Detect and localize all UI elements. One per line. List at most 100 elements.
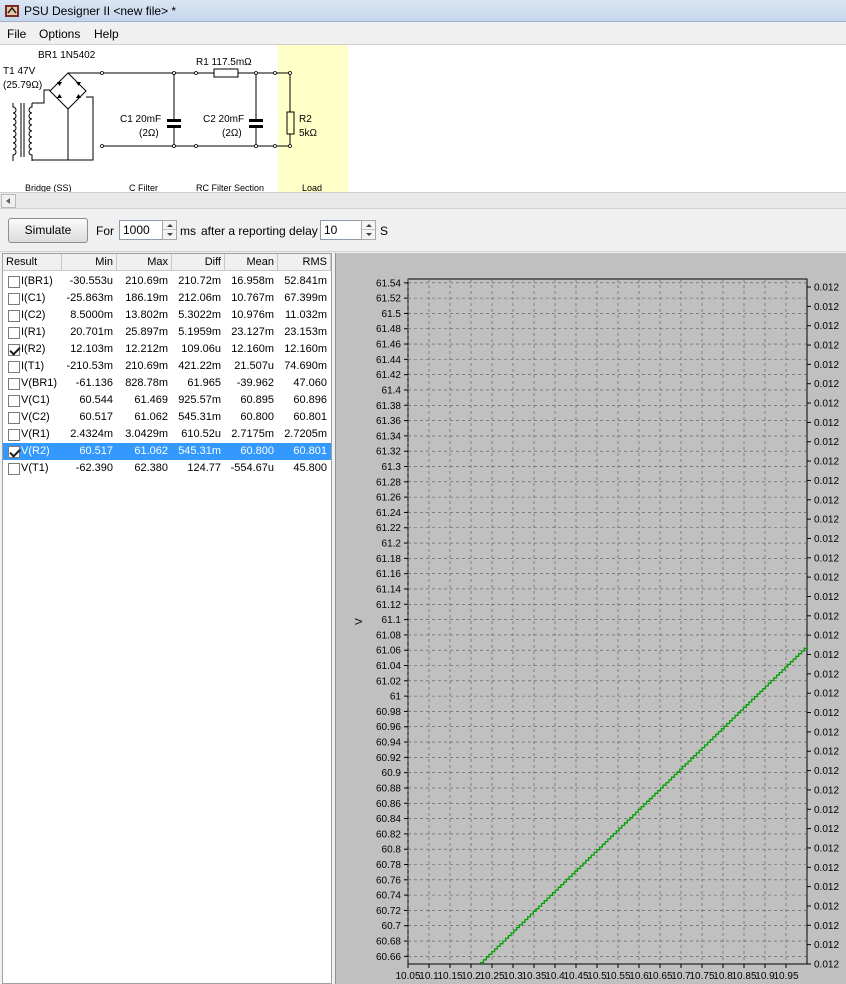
result-mean: -39.962 bbox=[236, 377, 274, 389]
result-row[interactable]: I(R2) 12.103m 12.212m 109.06u 12.160m 12.160m bbox=[3, 341, 331, 358]
result-min: 12.103m bbox=[70, 343, 113, 355]
result-mean: 10.767m bbox=[231, 292, 274, 304]
right-tick-label: 0.012 bbox=[814, 399, 839, 410]
menu-help[interactable]: Help bbox=[94, 27, 119, 41]
result-max: 186.19m bbox=[125, 292, 168, 304]
duration-input[interactable] bbox=[119, 220, 163, 240]
y-tick-label: 60.72 bbox=[376, 906, 401, 917]
y-tick-label: 60.98 bbox=[376, 707, 401, 718]
result-min: -61.136 bbox=[75, 377, 113, 389]
col-max[interactable]: Max bbox=[117, 254, 172, 271]
result-name: V(C2) bbox=[21, 411, 50, 423]
right-tick-label: 0.012 bbox=[814, 476, 839, 487]
duration-spinner[interactable] bbox=[162, 220, 177, 240]
results-table: Result Min Max Diff Mean RMS I(BR1) -30.5… bbox=[2, 253, 332, 984]
right-tick-label: 0.012 bbox=[814, 592, 839, 603]
y-tick-label: 61.12 bbox=[376, 600, 401, 611]
results-header: Result Min Max Diff Mean RMS bbox=[3, 254, 331, 271]
x-tick-label: 10.35 bbox=[521, 971, 546, 982]
y-tick-label: 60.9 bbox=[382, 768, 402, 779]
right-tick-label: 0.012 bbox=[814, 708, 839, 719]
result-min: -210.53m bbox=[66, 360, 113, 372]
result-diff: 545.31m bbox=[178, 411, 221, 423]
delay-input[interactable] bbox=[320, 220, 362, 240]
menu-options[interactable]: Options bbox=[39, 27, 80, 41]
y-tick-label: 61.08 bbox=[376, 630, 401, 641]
result-rms: 52.841m bbox=[284, 275, 327, 287]
result-diff: 545.31m bbox=[178, 445, 221, 457]
col-min[interactable]: Min bbox=[62, 254, 117, 271]
right-tick-label: 0.012 bbox=[814, 553, 839, 564]
simulate-button[interactable]: Simulate bbox=[8, 218, 88, 243]
series-line bbox=[480, 645, 807, 964]
right-tick-label: 0.012 bbox=[814, 457, 839, 468]
right-tick-label: 0.012 bbox=[814, 766, 839, 777]
result-row[interactable]: I(C2) 8.5000m 13.802m 5.3022m 10.976m 11.032m bbox=[3, 307, 331, 324]
result-rms: 60.896 bbox=[293, 394, 327, 406]
result-rms: 23.153m bbox=[284, 326, 327, 338]
y-tick-label: 61.18 bbox=[376, 554, 401, 565]
c1-label: C1 20mF bbox=[120, 114, 161, 125]
col-result[interactable]: Result bbox=[3, 254, 62, 271]
result-max: 3.0429m bbox=[125, 428, 168, 440]
result-row[interactable]: I(C1) -25.863m 186.19m 212.06m 10.767m 67.399… bbox=[3, 290, 331, 307]
duration-up-icon[interactable] bbox=[163, 221, 176, 230]
result-min: -25.863m bbox=[66, 292, 113, 304]
duration-down-icon[interactable] bbox=[163, 230, 176, 239]
y-tick-label: 60.86 bbox=[376, 799, 401, 810]
result-row[interactable]: V(C2) 60.517 61.062 545.31m 60.800 60.801 bbox=[3, 409, 331, 426]
result-diff: 210.72m bbox=[178, 275, 221, 287]
right-tick-label: 0.012 bbox=[814, 650, 839, 661]
col-mean[interactable]: Mean bbox=[225, 254, 278, 271]
delay-spinner[interactable] bbox=[361, 220, 376, 240]
x-tick-label: 10.4 bbox=[545, 971, 565, 982]
y-tick-label: 60.7 bbox=[382, 921, 402, 932]
x-tick-label: 10.2 bbox=[461, 971, 481, 982]
rectifier-label: BR1 1N5402 bbox=[38, 50, 96, 61]
scroll-left-arrow-icon[interactable] bbox=[1, 194, 16, 208]
y-tick-label: 60.88 bbox=[376, 783, 401, 794]
y-tick-label: 61.28 bbox=[376, 477, 401, 488]
result-row[interactable]: V(BR1) -61.136 828.78m 61.965 -39.962 47.060 bbox=[3, 375, 331, 392]
col-rms[interactable]: RMS bbox=[278, 254, 331, 271]
result-row[interactable]: V(R2) 60.517 61.062 545.31m 60.800 60.801 bbox=[3, 443, 331, 460]
right-tick-label: 0.012 bbox=[814, 379, 839, 390]
result-name: V(R2) bbox=[21, 445, 50, 457]
c2-resistance: (2Ω) bbox=[222, 128, 242, 139]
right-tick-label: 0.012 bbox=[814, 611, 839, 622]
chart-panel: 61.54 61.52 61.5 61.48 61.46 61.44 61.42 61.4 61… bbox=[335, 253, 846, 984]
result-name: V(R1) bbox=[21, 428, 50, 440]
right-tick-label: 0.012 bbox=[814, 573, 839, 584]
result-rms: 67.399m bbox=[284, 292, 327, 304]
result-row[interactable]: I(R1) 20.701m 25.897m 5.1959m 23.127m 23.153m bbox=[3, 324, 331, 341]
result-max: 61.062 bbox=[134, 445, 168, 457]
y-tick-label: 61 bbox=[390, 692, 402, 703]
menu-file[interactable]: File bbox=[7, 27, 26, 41]
result-row[interactable]: I(T1) -210.53m 210.69m 421.22m 21.507u 74.690… bbox=[3, 358, 331, 375]
result-mean: 12.160m bbox=[231, 343, 274, 355]
right-tick-label: 0.012 bbox=[814, 669, 839, 680]
x-tick-label: 10.8 bbox=[713, 971, 733, 982]
result-rms: 45.800 bbox=[293, 462, 327, 474]
transformer-label: T1 47V bbox=[3, 66, 36, 77]
right-tick-label: 0.012 bbox=[814, 321, 839, 332]
result-max: 62.380 bbox=[134, 462, 168, 474]
transformer-resistance: (25.79Ω) bbox=[3, 80, 42, 91]
schematic-horizontal-scrollbar[interactable] bbox=[0, 192, 846, 209]
col-diff[interactable]: Diff bbox=[172, 254, 225, 271]
result-row[interactable]: V(C1) 60.544 61.469 925.57m 60.895 60.896 bbox=[3, 392, 331, 409]
y-tick-label: 61.14 bbox=[376, 584, 401, 595]
result-row[interactable]: V(T1) -62.390 62.380 124.77 -554.67u 45.800 bbox=[3, 460, 331, 477]
circuit-schematic[interactable]: BR1 1N5402 T1 47V (25.79Ω) R1 117.5mΩ C1… bbox=[0, 44, 846, 193]
delay-up-icon[interactable] bbox=[362, 221, 375, 230]
r2-value: 5kΩ bbox=[299, 128, 318, 139]
result-mean: 10.976m bbox=[231, 309, 274, 321]
result-name: I(T1) bbox=[21, 360, 45, 372]
y-tick-label: 60.76 bbox=[376, 875, 401, 886]
x-tick-label: 10.1 bbox=[419, 971, 439, 982]
x-tick-label: 10.15 bbox=[437, 971, 462, 982]
result-row[interactable]: V(R1) 2.4324m 3.0429m 610.52u 2.7175m 2.7205m bbox=[3, 426, 331, 443]
y-tick-label: 61.24 bbox=[376, 508, 401, 519]
result-row[interactable]: I(BR1) -30.553u 210.69m 210.72m 16.958m 52.84… bbox=[3, 273, 331, 290]
delay-down-icon[interactable] bbox=[362, 230, 375, 239]
